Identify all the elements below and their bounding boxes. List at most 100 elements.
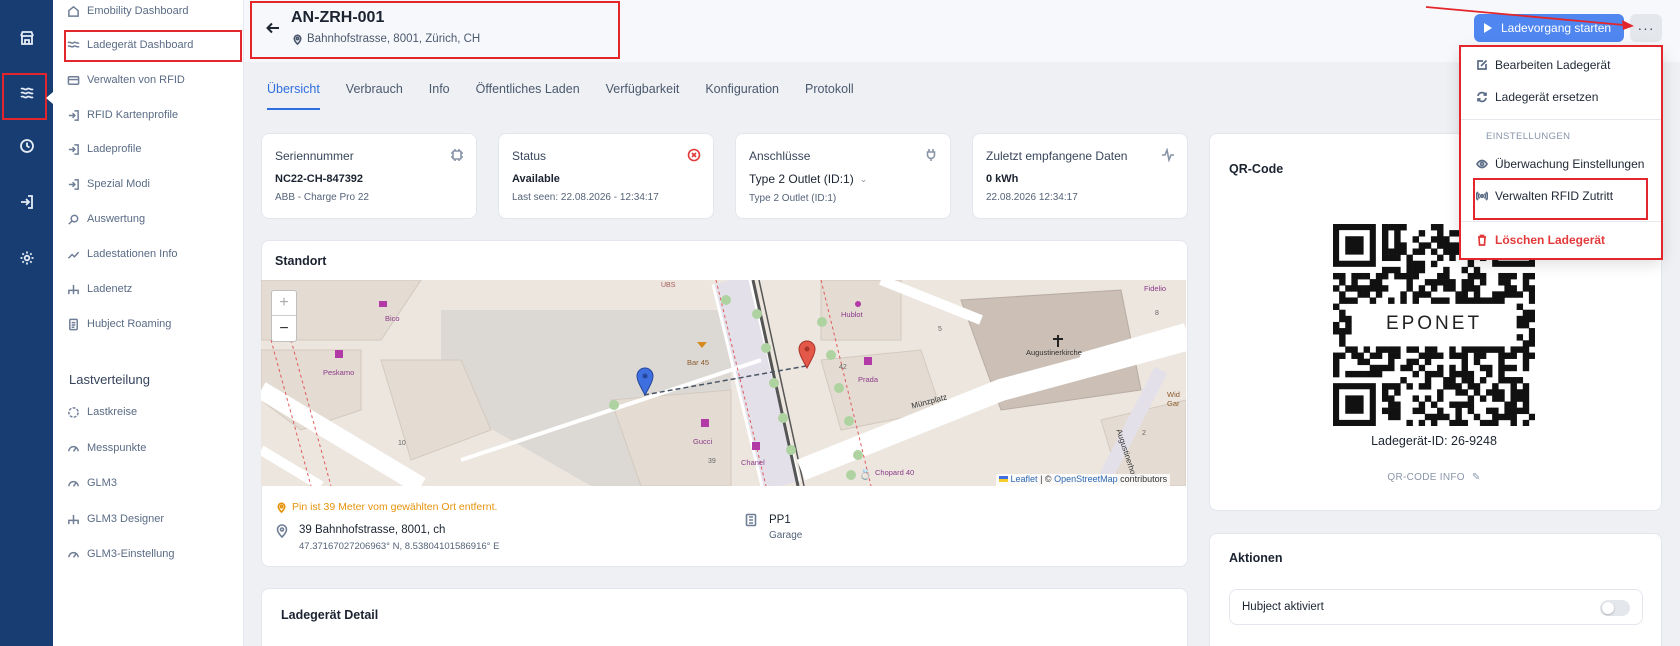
menu-item-rfid-access[interactable]: Verwalten RFID Zutritt xyxy=(1476,189,1613,203)
tab-verfuegbarkeit[interactable]: Verfügbarkeit xyxy=(606,72,680,110)
tree-icon xyxy=(67,513,80,526)
status-card: Status Available Last seen: 22.08.2026 -… xyxy=(498,133,714,219)
map-label-hublot: Hublot xyxy=(841,310,863,319)
refresh-icon xyxy=(1477,91,1487,103)
sidebar-item-label: Ladestationen Info xyxy=(87,248,178,260)
sidebar-item-ladestationen-info[interactable]: Ladestationen Info xyxy=(67,243,178,265)
more-options-button[interactable]: ··· xyxy=(1630,14,1662,42)
start-charging-button[interactable]: Ladevorgang starten xyxy=(1474,14,1624,42)
rail-active-notch xyxy=(46,92,53,104)
sidebar-item-label: Messpunkte xyxy=(87,442,147,454)
sidebar-item-rfid-kartenprofile[interactable]: RFID Kartenprofile xyxy=(67,104,178,126)
location-map[interactable]: 💍 UBS Fidelio Hublot Bico Peskamo Bar 45… xyxy=(261,280,1186,486)
menu-item-monitoring[interactable]: Überwachung Einstellungen xyxy=(1476,157,1644,171)
sidebar-item-ladenetz[interactable]: Ladenetz xyxy=(67,278,132,300)
card-icon xyxy=(67,74,80,87)
tab-protokoll[interactable]: Protokoll xyxy=(805,72,854,110)
map-label-bar45: Bar 45 xyxy=(687,358,710,367)
last-data-time: 22.08.2026 12:34:17 xyxy=(986,192,1078,203)
sidebar-item-label: Emobility Dashboard xyxy=(87,5,189,17)
menu-item-delete[interactable]: Löschen Ladegerät xyxy=(1476,233,1605,247)
serial-card: Seriennummer NC22-CH-847392 ABB - Charge… xyxy=(261,133,477,219)
sidebar-item-spezial-modi[interactable]: Spezial Modi xyxy=(67,173,150,195)
sidebar-item-emobility-dashboard[interactable]: Emobility Dashboard xyxy=(67,0,189,22)
tab-oeffentliches-laden[interactable]: Öffentliches Laden xyxy=(476,72,580,110)
detail-card xyxy=(261,588,1188,646)
sidebar-item-label: RFID Kartenprofile xyxy=(87,109,179,121)
hubject-toggle[interactable] xyxy=(1600,600,1630,616)
connectors-label: Anschlüsse xyxy=(749,149,811,163)
qr-code-info-link[interactable]: QR-CODE INFO ✎ xyxy=(1333,472,1535,483)
connector-sub: Type 2 Outlet (ID:1) xyxy=(749,193,837,204)
attribution-separator: | © xyxy=(1040,474,1052,484)
options-menu: Bearbeiten Ladegerät Ladegerät ersetzen … xyxy=(1460,47,1662,259)
tab-verbrauch[interactable]: Verbrauch xyxy=(346,72,403,110)
map-label-bico: Bico xyxy=(385,314,400,323)
login-icon[interactable] xyxy=(0,180,53,224)
sidebar-item-label: Hubject Roaming xyxy=(87,318,172,330)
annotation-box-sidebar xyxy=(64,30,242,62)
attribution-contributors: contributors xyxy=(1120,474,1168,484)
sidebar-item-glm3-designer[interactable]: GLM3 Designer xyxy=(67,508,164,530)
sidebar-item-ladeprofile[interactable]: Ladeprofile xyxy=(67,138,141,160)
menu-item-label: Löschen Ladegerät xyxy=(1495,233,1606,247)
status-last-seen: Last seen: 22.08.2026 - 12:34:17 xyxy=(512,192,659,203)
x-circle-icon xyxy=(687,148,701,162)
parking-icon xyxy=(745,513,757,530)
sidebar-item-label: GLM3 xyxy=(87,477,117,489)
map-label-5: 5 xyxy=(938,326,942,333)
sidebar-section-title: Lastverteilung xyxy=(69,372,150,387)
sidebar-item-auswertung[interactable]: Auswertung xyxy=(67,208,145,230)
tab-info[interactable]: Info xyxy=(429,72,450,110)
last-data-label: Zuletzt empfangene Daten xyxy=(986,149,1128,163)
connectors-card: Anschlüsse Type 2 Outlet (ID:1) ⌄ Type 2… xyxy=(735,133,951,219)
gear-icon[interactable] xyxy=(0,236,53,280)
zoom-in-button[interactable]: + xyxy=(272,291,296,316)
map-attribution: Leaflet | © OpenStreetMap contributors xyxy=(996,474,1171,486)
trend-icon xyxy=(67,248,80,261)
location-pin-icon xyxy=(276,524,288,541)
store-icon[interactable] xyxy=(0,16,53,60)
connector-select[interactable]: Type 2 Outlet (ID:1) ⌄ xyxy=(749,172,867,186)
map-label-chopard: Chopard 40 xyxy=(875,468,915,477)
circle-icon xyxy=(67,406,80,419)
qr-title: QR-Code xyxy=(1229,162,1284,176)
map-label-ubs: UBS xyxy=(661,282,676,289)
leaflet-link[interactable]: Leaflet xyxy=(1011,474,1038,484)
hubject-label: Hubject aktiviert xyxy=(1242,601,1324,613)
menu-divider xyxy=(1460,119,1662,120)
broadcast-icon xyxy=(1476,191,1488,201)
map-label-peskamo: Peskamo xyxy=(323,368,355,377)
warning-pin-icon xyxy=(277,502,286,513)
serial-model: ABB - Charge Pro 22 xyxy=(275,192,369,203)
menu-item-edit[interactable]: Bearbeiten Ladegerät xyxy=(1476,58,1610,72)
map-zoom-control: + − xyxy=(271,290,297,342)
map-label-wid-gar: Wid Gar xyxy=(1167,390,1180,408)
annotation-box-rail xyxy=(2,73,47,120)
sidebar-item-glm3[interactable]: GLM3 xyxy=(67,472,117,494)
plug-icon xyxy=(924,148,938,162)
qr-logo: EPONET xyxy=(1355,313,1513,335)
sidebar-item-lastkreise[interactable]: Lastkreise xyxy=(67,401,137,423)
osm-link[interactable]: OpenStreetMap xyxy=(1054,474,1118,484)
menu-group-label: EINSTELLUNGEN xyxy=(1486,131,1571,142)
svg-text:💍: 💍 xyxy=(859,468,871,481)
sidebar-item-messpunkte[interactable]: Messpunkte xyxy=(67,437,146,459)
sidebar-item-hubject-roaming[interactable]: Hubject Roaming xyxy=(67,313,171,335)
sidebar-item-verwalten-rfid[interactable]: Verwalten von RFID xyxy=(67,69,185,91)
serial-label: Seriennummer xyxy=(275,149,354,163)
tab-konfiguration[interactable]: Konfiguration xyxy=(705,72,779,110)
location-address: 39 Bahnhofstrasse, 8001, ch xyxy=(299,524,446,536)
clock-icon[interactable] xyxy=(0,124,53,168)
sidebar: Emobility Dashboard Ladegerät Dashboard … xyxy=(53,0,244,646)
tab-uebersicht[interactable]: Übersicht xyxy=(267,72,320,110)
map-label-39: 39 xyxy=(708,458,716,465)
zoom-out-button[interactable]: − xyxy=(272,316,296,341)
sidebar-item-glm3-einstellung[interactable]: GLM3-Einstellung xyxy=(67,543,174,565)
sidebar-item-label: GLM3-Einstellung xyxy=(87,548,175,560)
menu-item-label: Bearbeiten Ladegerät xyxy=(1495,58,1611,72)
menu-item-replace[interactable]: Ladegerät ersetzen xyxy=(1476,90,1598,104)
login-icon xyxy=(67,143,80,156)
last-data-value: 0 kWh xyxy=(986,173,1019,185)
login-icon xyxy=(67,178,80,191)
